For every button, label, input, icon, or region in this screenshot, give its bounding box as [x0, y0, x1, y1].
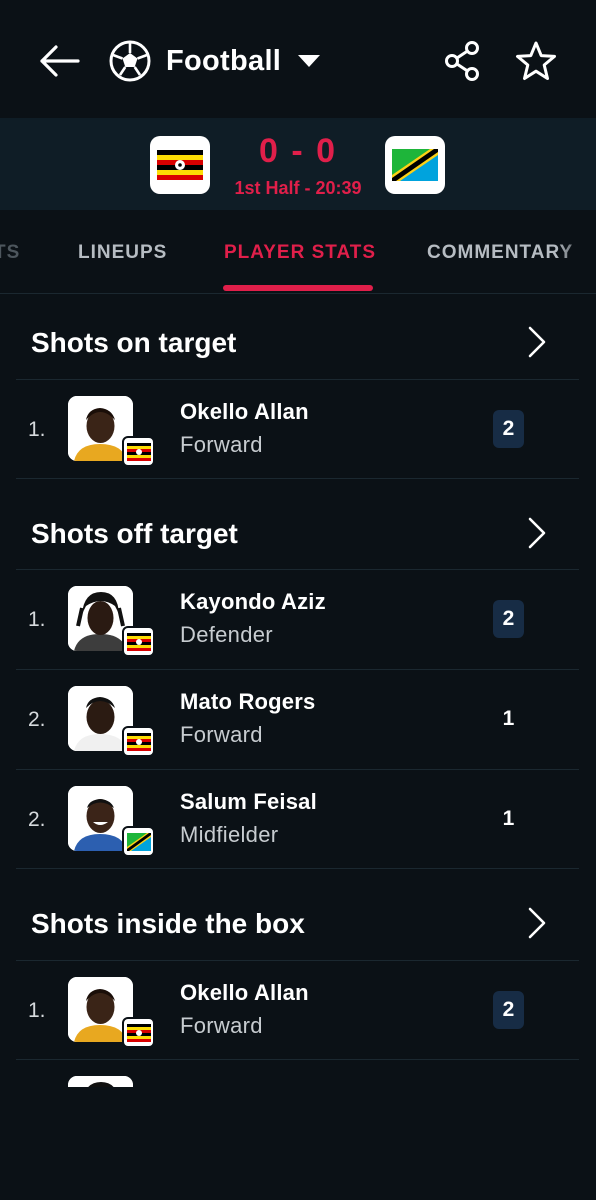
stat-value: 1	[502, 807, 515, 830]
tanzania-flag-icon	[392, 149, 438, 181]
divider	[16, 868, 579, 869]
stat-value: 2	[493, 991, 524, 1029]
uganda-flag-icon	[122, 626, 155, 657]
match-status: 1st Half - 20:39	[234, 178, 362, 198]
star-outline-icon	[516, 41, 556, 80]
match-score-bar[interactable]: 0 - 0 1st Half - 20:39	[0, 118, 596, 210]
back-button[interactable]	[36, 38, 82, 84]
share-button[interactable]	[440, 38, 484, 84]
sport-label: Football	[166, 44, 282, 77]
home-team-flag[interactable]	[150, 136, 210, 194]
stat-value: 2	[493, 600, 524, 638]
player-position: Defender	[180, 622, 273, 647]
section-header-shots-off-target[interactable]: Shots off target	[0, 486, 596, 572]
player-rank: 2.	[28, 708, 46, 731]
active-tab-indicator	[223, 285, 373, 291]
match-tabs: TS LINEUPS PLAYER STATS COMMENTARY	[0, 210, 596, 294]
stat-value: 2	[493, 410, 524, 448]
tab-lineups[interactable]: LINEUPS	[78, 242, 167, 264]
section-title: Shots off target	[31, 518, 238, 549]
section-header-shots-inside-the-box[interactable]: Shots inside the box	[0, 876, 596, 962]
away-team-flag[interactable]	[385, 136, 445, 194]
player-position: Midfielder	[180, 822, 279, 847]
player-row[interactable]: 1. Okello Allan Forward 2	[0, 961, 596, 1061]
player-row[interactable]: 2. Mato Rogers Forward 1	[0, 670, 596, 770]
player-row[interactable]: 1. Kayondo Aziz Defender 2	[0, 570, 596, 670]
tab-scroll-fade	[556, 210, 596, 293]
player-name: Okello Allan	[180, 399, 309, 424]
player-row-partial[interactable]	[0, 1060, 596, 1087]
divider	[16, 478, 579, 479]
tab-commentary[interactable]: COMMENTARY	[427, 242, 573, 264]
player-avatar	[68, 1076, 133, 1087]
top-app-bar: Football	[0, 0, 596, 118]
arrow-left-icon	[40, 45, 80, 77]
uganda-flag-icon	[122, 1017, 155, 1048]
player-position: Forward	[180, 432, 263, 457]
chevron-right-icon	[528, 326, 546, 358]
sport-selector[interactable]: Football	[108, 36, 321, 86]
player-row[interactable]: 1. Okello Allan Forward 2	[0, 380, 596, 480]
player-name: Kayondo Aziz	[180, 589, 326, 614]
player-position: Forward	[180, 722, 263, 747]
player-name: Mato Rogers	[180, 689, 316, 714]
player-row[interactable]: 2. Salum Feisal Midfielder 1	[0, 770, 596, 870]
player-name: Salum Feisal	[180, 789, 317, 814]
tab-stats[interactable]: TS	[0, 242, 20, 264]
chevron-down-icon	[298, 55, 321, 67]
chevron-right-icon	[528, 907, 546, 939]
tab-player-stats[interactable]: PLAYER STATS	[224, 242, 376, 264]
football-icon	[109, 40, 151, 82]
stat-value: 1	[502, 707, 515, 730]
section-title: Shots on target	[31, 327, 237, 358]
player-rank: 1.	[28, 608, 46, 631]
tanzania-flag-icon	[122, 826, 155, 857]
match-score: 0 - 0	[258, 132, 338, 170]
player-rank: 1.	[28, 418, 46, 441]
share-icon	[445, 41, 479, 81]
section-title: Shots inside the box	[31, 908, 305, 939]
player-name: Okello Allan	[180, 980, 309, 1005]
uganda-flag-icon	[122, 726, 155, 757]
bottom-empty-area	[0, 1087, 596, 1200]
favorite-button[interactable]	[512, 37, 560, 85]
section-header-shots-on-target[interactable]: Shots on target	[0, 295, 596, 381]
chevron-right-icon	[528, 517, 546, 549]
player-rank: 1.	[28, 999, 46, 1022]
player-rank: 2.	[28, 808, 46, 831]
uganda-flag-icon	[122, 436, 155, 467]
player-position: Forward	[180, 1013, 263, 1038]
uganda-flag-icon	[157, 150, 203, 180]
